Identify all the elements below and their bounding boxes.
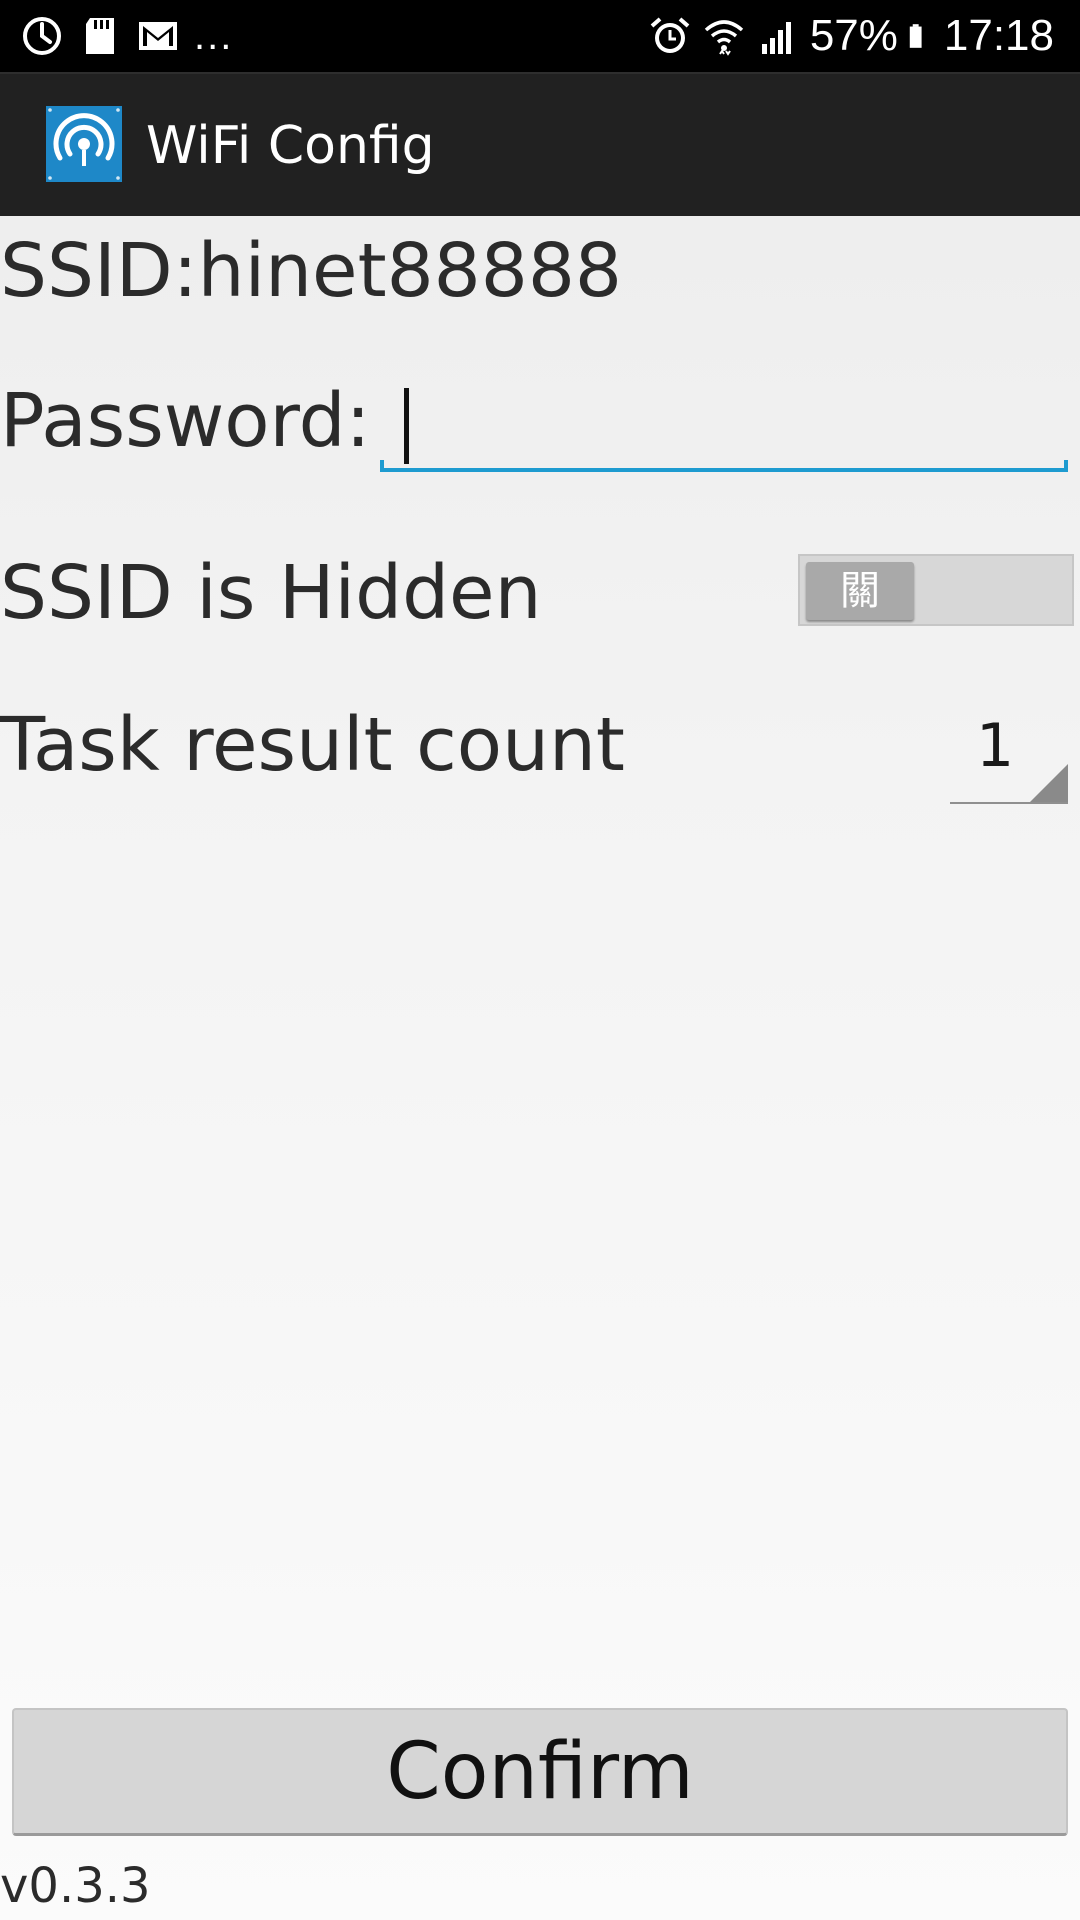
ssid-hidden-label: SSID is Hidden [0,550,542,636]
battery-percent: 57% [809,11,898,60]
alarm-icon [650,17,690,53]
password-underline [380,460,1068,472]
version-label: v0.3.3 [0,1858,151,1914]
status-bar: ... 57% 17:18 [0,0,1080,72]
gmail-icon [139,22,177,50]
dropdown-arrow-icon [1030,764,1068,802]
status-right: 57% 17:18 [648,8,1054,64]
battery-icon [909,24,922,48]
toggle-thumb: 關 [806,562,914,620]
status-overflow-dots: ... [194,14,234,58]
password-label: Password: [0,378,371,464]
sd-card-icon [86,18,114,54]
wifi-config-app-icon[interactable] [46,106,122,182]
task-result-count-label: Task result count [0,702,625,788]
clock: 17:18 [943,11,1054,60]
status-left: ... [20,14,233,58]
sync-icon [23,17,61,55]
confirm-button[interactable]: Confirm [12,1708,1068,1836]
app-bar: WiFi Config [0,72,1080,216]
wifi-icon [704,20,743,56]
spinner-value: 1 [976,711,1015,781]
spinner-underline [950,802,1068,804]
ssid-hidden-toggle[interactable]: 關 [798,554,1074,626]
app-title: WiFi Config [146,116,435,176]
signal-icon [761,22,791,54]
ssid-label: SSID:hinet88888 [0,228,622,314]
text-cursor [404,388,409,464]
task-result-count-spinner[interactable]: 1 [950,700,1068,804]
password-input[interactable] [380,380,1068,472]
